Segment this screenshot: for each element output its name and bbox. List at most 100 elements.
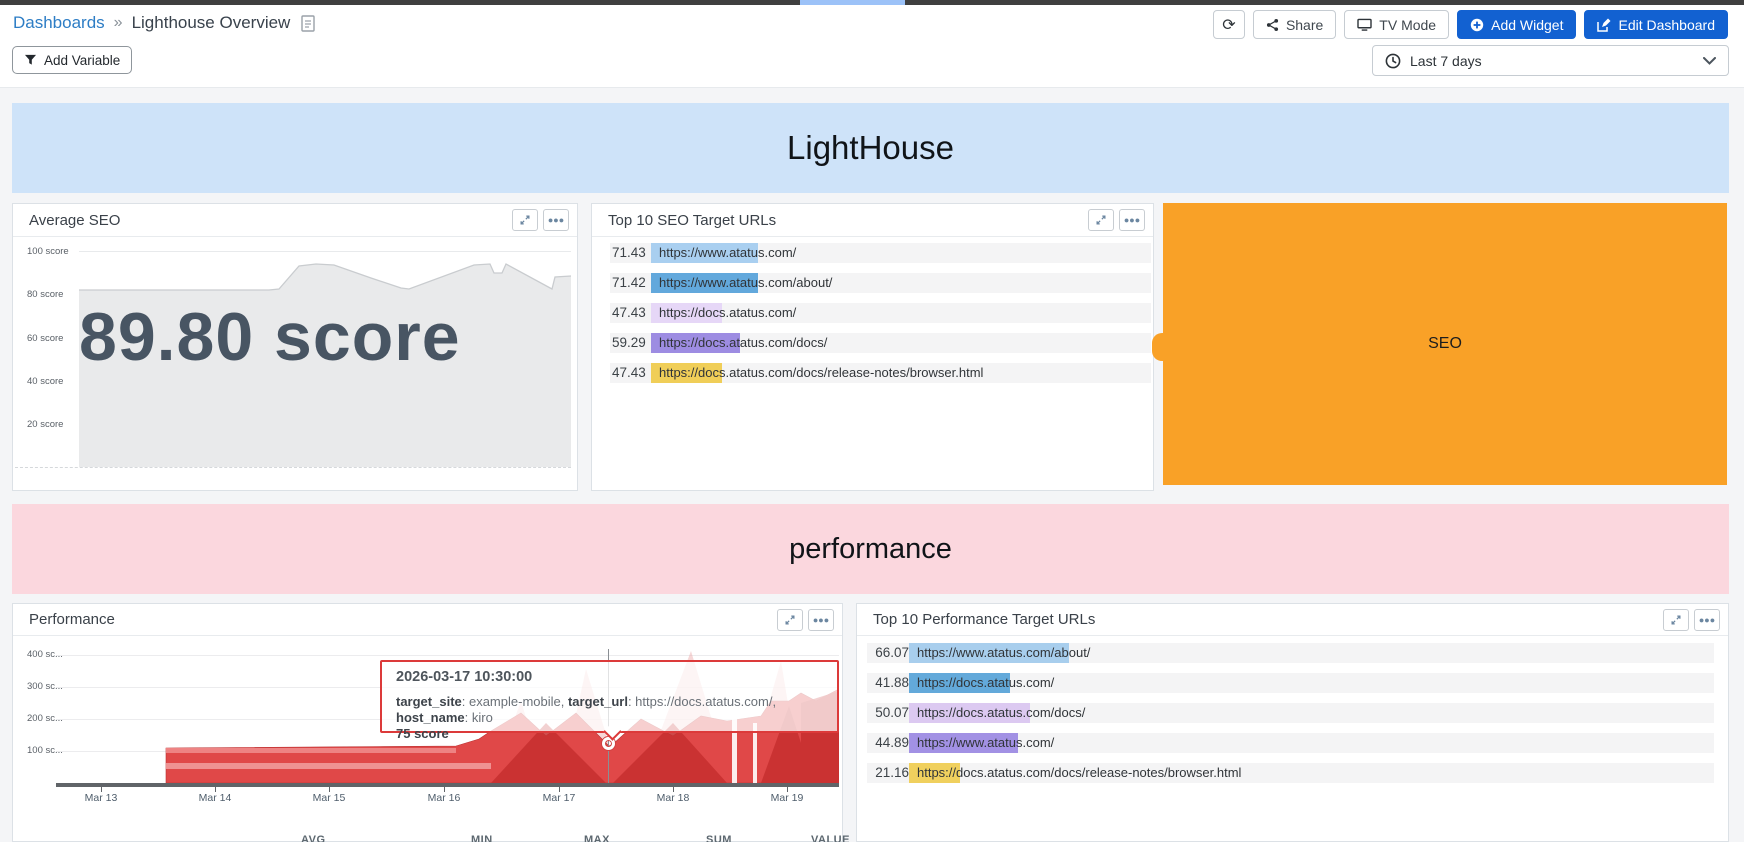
url-label: https://docs.atatus.com/docs/release-not… <box>659 363 983 383</box>
edit-icon <box>1597 18 1611 32</box>
url-bar-list: 66.07 https://www.atatus.com/about/ 41.8… <box>857 643 1728 793</box>
url-bar-row[interactable]: 71.43 https://www.atatus.com/ <box>610 243 1151 263</box>
clock-icon <box>1385 53 1401 69</box>
y-axis-label: 100 score <box>27 246 69 257</box>
widget-header: Performance ●●● <box>13 604 842 636</box>
tooltip-key: target_site <box>396 694 462 709</box>
top-performance-urls-widget: Top 10 Performance Target URLs ●●● 66.07… <box>856 603 1729 842</box>
widget-title: Performance <box>29 611 115 628</box>
expand-icon[interactable] <box>777 609 803 631</box>
y-axis-label: 80 score <box>27 289 63 300</box>
ellipsis-menu-icon[interactable]: ●●● <box>808 609 834 631</box>
url-label: https://www.atatus.com/ <box>917 733 1054 753</box>
tooltip-value: : https://docs.atatus.com/, <box>628 694 776 709</box>
legend-stat[interactable]: AVG <box>301 834 326 842</box>
y-axis-label: 40 score <box>27 376 63 387</box>
widget-header: Average SEO ●●● <box>13 204 577 237</box>
add-variable-button[interactable]: Add Variable <box>12 46 132 74</box>
tooltip-key: target_url <box>568 694 628 709</box>
url-label: https://www.atatus.com/about/ <box>659 273 832 293</box>
url-bar-row[interactable]: 59.29 https://docs.atatus.com/docs/ <box>610 333 1151 353</box>
url-label: https://www.atatus.com/ <box>659 243 796 263</box>
legend-stat[interactable]: MIN <box>471 834 493 842</box>
plus-circle-icon <box>1470 18 1484 32</box>
time-range-label: Last 7 days <box>1410 53 1482 69</box>
add-widget-button[interactable]: Add Widget <box>1457 10 1576 39</box>
top-scrollbar-track <box>0 0 1744 5</box>
expand-icon[interactable] <box>1088 209 1114 231</box>
chart-tooltip: 2026-03-17 10:30:00 target_site: example… <box>380 660 839 733</box>
tooltip-value: : kiro <box>465 710 493 725</box>
url-value: 71.43 <box>612 243 644 263</box>
y-axis-label: 20 score <box>27 419 63 430</box>
lighthouse-banner-label: LightHouse <box>787 129 954 167</box>
ellipsis-menu-icon[interactable]: ●●● <box>543 209 569 231</box>
url-label: https://docs.atatus.com/ <box>659 303 796 323</box>
url-bar-row[interactable]: 50.07 https://docs.atatus.com/docs/ <box>867 703 1714 723</box>
refresh-icon: ⟳ <box>1222 15 1235 35</box>
x-axis-label: Mar 19 <box>765 792 809 804</box>
url-bar-row[interactable]: 66.07 https://www.atatus.com/about/ <box>867 643 1714 663</box>
tooltip-value: : example-mobile, <box>462 694 568 709</box>
url-label: https://docs.atatus.com/docs/ <box>659 333 827 353</box>
url-bar-row[interactable]: 44.89 https://www.atatus.com/ <box>867 733 1714 753</box>
x-axis-line <box>56 783 839 787</box>
breadcrumb-dashboards-link[interactable]: Dashboards <box>13 13 105 33</box>
refresh-button[interactable]: ⟳ <box>1213 10 1245 39</box>
url-value: 59.29 <box>612 333 644 353</box>
url-bar-row[interactable]: 47.43 https://docs.atatus.com/ <box>610 303 1151 323</box>
expand-icon[interactable] <box>1663 609 1689 631</box>
ellipsis-menu-icon[interactable]: ●●● <box>1119 209 1145 231</box>
y-axis-label: 60 score <box>27 333 63 344</box>
seo-group-block[interactable]: SEO <box>1163 203 1727 485</box>
x-axis-label: Mar 15 <box>307 792 351 804</box>
x-axis-label: Mar 16 <box>422 792 466 804</box>
widget-header: Top 10 Performance Target URLs ●●● <box>857 604 1728 636</box>
page-title: Lighthouse Overview <box>132 13 291 33</box>
breadcrumb-separator: » <box>114 14 123 32</box>
x-axis-label: Mar 17 <box>537 792 581 804</box>
x-axis-label: Mar 14 <box>193 792 237 804</box>
x-axis-label: Mar 13 <box>79 792 123 804</box>
add-variable-label: Add Variable <box>44 53 120 68</box>
url-value: 50.07 <box>871 703 909 723</box>
toolbar: ⟳ Share TV Mode Add Widget Edit Dashboar… <box>1213 10 1728 39</box>
widget-header: Top 10 SEO Target URLs ●●● <box>592 204 1153 237</box>
url-bar-row[interactable]: 41.88 https://docs.atatus.com/ <box>867 673 1714 693</box>
legend-stat[interactable]: SUM <box>706 834 732 842</box>
chevron-down-icon <box>1703 57 1716 65</box>
x-axis-label: Mar 18 <box>651 792 695 804</box>
expand-icon[interactable] <box>512 209 538 231</box>
tv-mode-button[interactable]: TV Mode <box>1344 10 1449 39</box>
url-bar-row[interactable]: 71.42 https://www.atatus.com/about/ <box>610 273 1151 293</box>
average-seo-big-value: 89.80 score <box>79 298 461 376</box>
performance-banner-label: performance <box>789 533 952 566</box>
legend-stat[interactable]: VALUE <box>811 834 850 842</box>
url-value: 47.43 <box>612 363 644 383</box>
url-label: https://docs.atatus.com/docs/ <box>917 703 1085 723</box>
url-value: 66.07 <box>871 643 909 663</box>
url-bar-row[interactable]: 21.16 https://docs.atatus.com/docs/relea… <box>867 763 1714 783</box>
add-widget-label: Add Widget <box>1491 17 1563 33</box>
tv-mode-label: TV Mode <box>1379 17 1436 33</box>
url-value: 21.16 <box>871 763 909 783</box>
share-icon <box>1266 18 1279 32</box>
legend-stat[interactable]: MAX <box>584 834 610 842</box>
edit-dashboard-label: Edit Dashboard <box>1618 17 1715 33</box>
ellipsis-menu-icon[interactable]: ●●● <box>1694 609 1720 631</box>
top-scrollbar-thumb[interactable] <box>800 0 905 5</box>
chart-baseline <box>15 467 571 468</box>
tooltip-score: 75 score <box>396 726 823 742</box>
top-seo-urls-widget: Top 10 SEO Target URLs ●●● 71.43 https:/… <box>591 203 1154 491</box>
url-bar-row[interactable]: 47.43 https://docs.atatus.com/docs/relea… <box>610 363 1151 383</box>
lighthouse-banner: LightHouse <box>12 103 1729 193</box>
performance-widget: Performance ●●● 400 sc... 300 sc... 200 … <box>12 603 843 842</box>
widget-title: Top 10 Performance Target URLs <box>873 611 1095 628</box>
page-header: Dashboards » Lighthouse Overview ⟳ Share… <box>0 0 1744 88</box>
time-range-select[interactable]: Last 7 days <box>1372 45 1729 76</box>
legend-stats-row: AVG MIN MAX SUM VALUE <box>13 834 842 842</box>
share-button[interactable]: Share <box>1253 10 1336 39</box>
url-label: https://docs.atatus.com/docs/release-not… <box>917 763 1241 783</box>
edit-dashboard-button[interactable]: Edit Dashboard <box>1584 10 1728 39</box>
tooltip-timestamp: 2026-03-17 10:30:00 <box>396 669 823 685</box>
